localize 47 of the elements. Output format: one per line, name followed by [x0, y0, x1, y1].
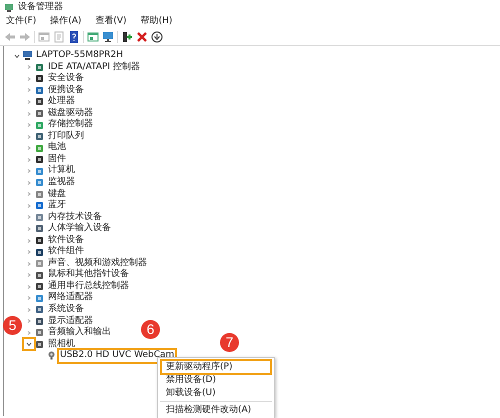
- tree-item[interactable]: 人体学输入设备: [47, 223, 112, 235]
- menu-item[interactable]: 卸载设备(U): [162, 387, 270, 399]
- window-title: 设备管理器: [18, 0, 63, 14]
- tree-item[interactable]: 处理器: [47, 96, 76, 108]
- tree-item[interactable]: LAPTOP-55M8PR2H: [35, 50, 124, 62]
- collapse-chevron-icon[interactable]: [24, 339, 34, 350]
- tree-item[interactable]: 计算机: [47, 165, 76, 178]
- tree-item[interactable]: 照相机: [47, 338, 76, 350]
- tree-item[interactable]: 内存技术设备: [47, 212, 103, 224]
- tree-item[interactable]: 安全设备: [47, 73, 85, 85]
- tree-item[interactable]: 电池: [47, 142, 67, 154]
- monitor-icon[interactable]: [102, 31, 114, 43]
- tree-item[interactable]: 打印队列: [47, 130, 85, 142]
- step-number-badge: 7: [220, 333, 239, 352]
- tree-item[interactable]: IDE ATA/ATAPI 控制器: [47, 62, 141, 74]
- device-manager-icon: [4, 2, 14, 12]
- download-icon[interactable]: [151, 31, 163, 43]
- menu-item[interactable]: 查看(V): [93, 15, 133, 29]
- tree-item[interactable]: 声音、视频和游戏控制器: [47, 258, 148, 270]
- remove-icon[interactable]: [136, 31, 148, 43]
- tree-item[interactable]: 监视器: [47, 177, 76, 189]
- tree-item[interactable]: 软件组件: [47, 246, 85, 258]
- step-number-badge: 6: [141, 320, 160, 339]
- tree-item[interactable]: 软件设备: [47, 234, 85, 246]
- tree-item[interactable]: 鼠标和其他指针设备: [47, 269, 130, 281]
- tree-item[interactable]: 磁盘驱动器: [47, 108, 94, 120]
- tree-item[interactable]: 音频输入和输出: [47, 327, 112, 339]
- webcam-icon: [47, 351, 56, 360]
- tree-item[interactable]: 通用串行总线控制器: [47, 280, 130, 292]
- step-number-badge: 5: [3, 316, 22, 335]
- help-icon[interactable]: [68, 31, 80, 43]
- tree-item[interactable]: 键盘: [47, 188, 67, 200]
- tree-item[interactable]: USB2.0 HD UVC WebCam: [59, 350, 176, 362]
- menu-item[interactable]: 帮助(H): [138, 15, 178, 29]
- tree-item[interactable]: 固件: [47, 154, 67, 166]
- tree-item[interactable]: 网络适配器: [47, 292, 94, 304]
- menu-item[interactable]: 操作(A): [48, 15, 88, 29]
- menu-item[interactable]: 禁用设备(D): [162, 374, 270, 386]
- tree-item[interactable]: 蓝牙: [47, 200, 67, 212]
- menu-item[interactable]: 文件(F): [4, 15, 42, 29]
- tree-item[interactable]: 系统设备: [47, 304, 85, 316]
- menu-item[interactable]: 扫描检测硬件改动(A): [162, 404, 270, 416]
- tree-item[interactable]: 显示适配器: [47, 316, 94, 328]
- computer-icon: [23, 51, 32, 60]
- tree-item[interactable]: 存储控制器: [47, 119, 94, 131]
- menu-item[interactable]: 更新驱动程序(P): [162, 361, 270, 373]
- tree-item[interactable]: 便携设备: [47, 84, 85, 96]
